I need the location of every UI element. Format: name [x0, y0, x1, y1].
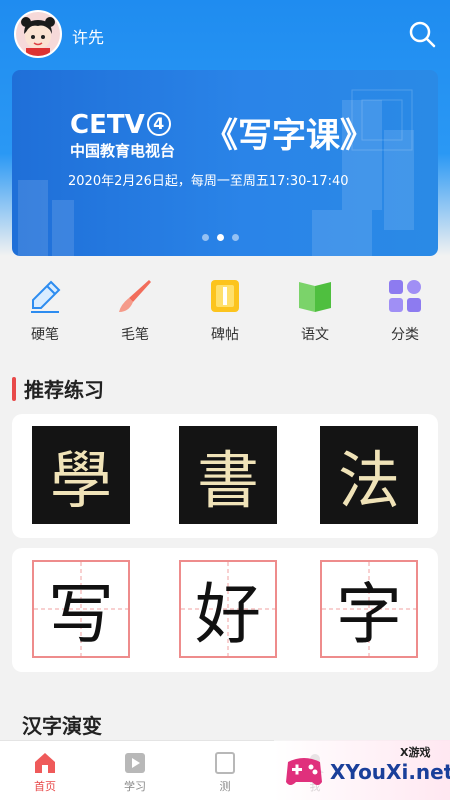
home-icon — [33, 751, 57, 775]
category-label: 分类 — [391, 327, 419, 343]
banner-title: 《写字课》 — [204, 116, 374, 156]
calligraphy-tile[interactable]: 法 — [320, 426, 418, 524]
promo-banner[interactable]: CETV 4 中国教育电视台 《写字课》 2020年2月26日起，每周一至周五17… — [12, 70, 438, 256]
practice-tile[interactable]: 字 — [320, 560, 418, 658]
grid-icon — [387, 278, 423, 314]
practice-char: 写 — [48, 576, 114, 653]
category-rubbing[interactable]: 碑帖 — [180, 276, 270, 346]
calligraphy-card: 學 書 法 — [12, 414, 438, 538]
category-label: 碑帖 — [211, 327, 239, 343]
category-brush[interactable]: 毛笔 — [90, 276, 180, 346]
practice-char: 好 — [195, 576, 261, 653]
calligraphy-tile[interactable]: 學 — [32, 426, 130, 524]
section-marker — [12, 376, 16, 401]
section-title-text: 推荐练习 — [24, 378, 104, 402]
recommend-section-title: 推荐练习 — [12, 374, 104, 403]
category-chinese[interactable]: 语文 — [270, 276, 360, 346]
pen-icon — [27, 278, 63, 314]
search-icon[interactable] — [406, 18, 438, 50]
practice-tile[interactable]: 好 — [179, 560, 277, 658]
category-label: 硬笔 — [31, 327, 59, 343]
practice-card: 写 好 字 — [12, 548, 438, 672]
tab-label: 测 — [219, 780, 231, 793]
banner-pagination — [202, 234, 239, 241]
brush-icon — [117, 278, 153, 314]
calligraphy-char: 學 — [49, 444, 112, 517]
calligraphy-tile[interactable]: 書 — [179, 426, 277, 524]
tab-study[interactable]: 学习 — [90, 741, 180, 800]
calligraphy-char: 書 — [196, 444, 259, 517]
evolution-section-title: 汉字演变 — [22, 714, 102, 738]
practice-char: 字 — [336, 576, 402, 653]
header: 许先 — [0, 0, 450, 68]
tab-label: 首页 — [34, 780, 56, 793]
banner-subtitle: 2020年2月26日起，每周一至周五17:30-17:40 — [68, 174, 349, 189]
city-illustration — [18, 89, 414, 256]
play-icon — [123, 751, 147, 775]
cetv-logo: CETV 4 — [70, 110, 171, 140]
category-hard-pen[interactable]: 硬笔 — [0, 276, 90, 346]
banner-dot[interactable] — [232, 234, 239, 241]
watermark-text: XYouXi.net — [330, 760, 450, 784]
banner-dot[interactable] — [202, 234, 209, 241]
test-icon — [213, 751, 237, 775]
open-book-icon — [297, 278, 333, 314]
girl-avatar-icon[interactable] — [14, 10, 62, 58]
tab-test[interactable]: 测 — [180, 741, 270, 800]
tab-home[interactable]: 首页 — [0, 741, 90, 800]
username[interactable]: 许先 — [72, 24, 104, 48]
cetv-name: 中国教育电视台 — [70, 142, 176, 160]
category-label: 语文 — [301, 327, 329, 343]
category-classify[interactable]: 分类 — [360, 276, 450, 346]
channel-number: 4 — [146, 112, 171, 136]
category-row: 硬笔 毛笔 碑帖 语文 分类 — [0, 276, 450, 346]
watermark-small-text: X游戏 — [400, 746, 431, 759]
book-icon — [207, 278, 243, 314]
gamepad-logo-icon — [286, 758, 322, 785]
banner-dot[interactable] — [217, 234, 224, 241]
category-label: 毛笔 — [121, 327, 149, 343]
calligraphy-char: 法 — [337, 444, 400, 517]
practice-tile[interactable]: 写 — [32, 560, 130, 658]
tab-label: 学习 — [124, 780, 146, 793]
